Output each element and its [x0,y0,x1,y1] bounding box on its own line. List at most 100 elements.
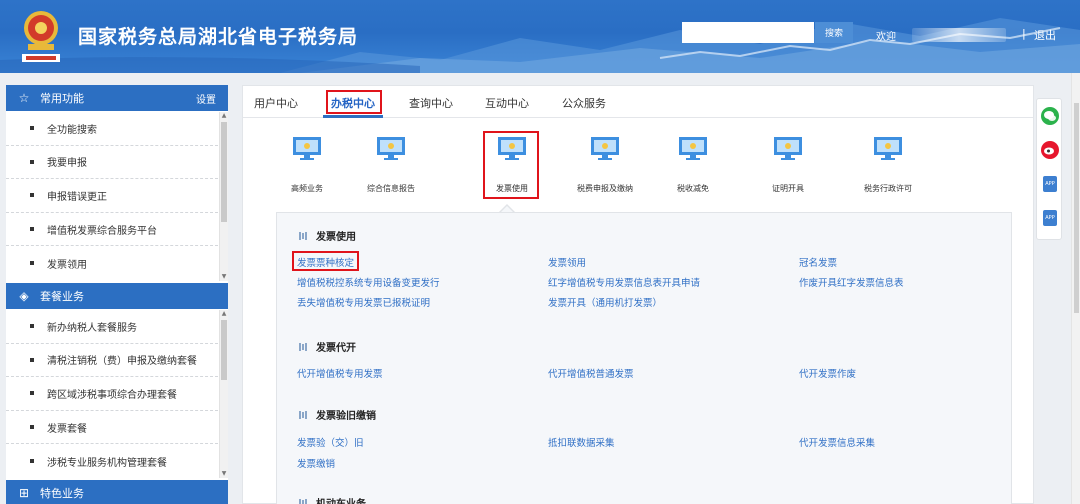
sidebar-item[interactable]: 申报错误更正 [6,179,218,213]
book-icon [299,498,307,504]
link-proxy-invoice-collect[interactable]: 代开发票信息采集 [799,435,875,449]
tile-tax-filing[interactable]: 税费申报及缴纳 [565,136,645,194]
link-general-invoice[interactable]: 发票开具（通用机打发票） [548,295,662,309]
logout-link[interactable]: 退出 [1034,27,1056,43]
scroll-down-icon[interactable]: ▼ [220,273,228,281]
header-separator: | [1022,27,1026,40]
tile-tax-relief[interactable]: 税收减免 [653,136,733,194]
sidebar-item-label: 我要申报 [47,158,87,170]
layers-icon: ◈ [19,289,29,303]
link-proxy-special-invoice[interactable]: 代开增值税专用发票 [297,366,383,380]
link-lost-invoice-proof[interactable]: 丢失增值税专用发票已报税证明 [297,295,430,309]
tile-certificate[interactable]: 证明开具 [748,136,828,194]
window-scrollbar[interactable] [1071,73,1080,504]
sidebar-item-label: 增值税发票综合服务平台 [47,225,157,237]
wechat-icon [1041,107,1059,125]
right-toolbar: APP APP [1036,98,1062,240]
sidebar-item[interactable]: 我要申报 [6,146,218,180]
sidebar-item-label: 清税注销税（费）申报及缴纳套餐 [47,356,197,368]
window-scrollbar-thumb[interactable] [1074,103,1079,313]
sidebar-item[interactable]: 新办纳税人套餐服务 [6,310,218,344]
link-proxy-invoice-void[interactable]: 代开发票作废 [799,366,856,380]
sidebar-item[interactable]: 全功能搜索 [6,112,218,146]
section-title-label: 发票验旧缴销 [316,411,376,422]
link-invoice-verify[interactable]: 发票验（交）旧 [297,435,364,449]
tab-public-service[interactable]: 公众服务 [562,95,606,111]
highlight-box-tile [483,131,539,199]
sidebar-item-label: 新办纳税人套餐服务 [47,322,137,334]
tile-label: 税费申报及缴纳 [577,184,633,193]
sidebar-item[interactable]: 清税注销税（费）申报及缴纳套餐 [6,344,218,378]
top-header: 国家税务总局湖北省电子税务局 搜索 欢迎 | 退出 [0,0,1080,73]
link-device-change[interactable]: 增值税税控系统专用设备变更发行 [297,275,440,289]
section-title: 发票使用 [299,228,356,243]
tax-emblem-logo [22,11,60,62]
sidebar-head-package[interactable]: ◈ 套餐业务 [6,283,228,309]
app-button[interactable]: APP [1041,209,1059,227]
username-redacted [912,28,1006,42]
weibo-icon [1041,141,1059,159]
tile-info-report[interactable]: 综合信息报告 [351,136,431,194]
service-panel: 发票使用 发票票种核定 发票领用 冠名发票 增值税税控系统专用设备变更发行 红字… [276,212,1012,504]
sidebar-item[interactable]: 增值税发票综合服务平台 [6,213,218,247]
sidebar-item[interactable]: 涉税专业服务机构管理套餐 [6,444,218,478]
package-list-scrollbar[interactable]: ▲ ▼ [219,310,228,478]
tab-query-center[interactable]: 查询中心 [409,95,453,111]
common-list-scrollbar[interactable]: ▲ ▼ [219,112,228,281]
scrollbar-thumb[interactable] [221,320,227,380]
sidebar-head-label: 套餐业务 [40,290,84,303]
sidebar-head-label: 特色业务 [40,487,84,500]
monitor-icon [774,137,802,160]
link-invoice-receive[interactable]: 发票领用 [548,255,586,269]
tile-admin-permit[interactable]: 税务行政许可 [848,136,928,194]
grid-icon: ⊞ [18,486,30,500]
monitor-icon [679,137,707,160]
section-title-label: 发票代开 [316,343,356,354]
monitor-icon [377,137,405,160]
welcome-text: 欢迎 [876,32,896,43]
link-deduction-data[interactable]: 抵扣联数据采集 [548,435,615,449]
site-title: 国家税务总局湖北省电子税务局 [78,26,359,48]
book-icon [299,410,307,419]
app-icon: APP [1043,210,1057,226]
tab-user-center[interactable]: 用户中心 [254,95,298,111]
link-proxy-general-invoice[interactable]: 代开增值税普通发票 [548,366,634,380]
sidebar-item-label: 发票套餐 [47,423,87,435]
scroll-up-icon[interactable]: ▲ [220,310,228,318]
sidebar-item[interactable]: 发票领用 [6,246,218,280]
wechat-button[interactable] [1041,107,1059,125]
section-title-label: 机动车业务 [316,495,366,504]
sidebar-settings-link[interactable]: 设置 [196,91,216,106]
bullet-icon [30,193,34,198]
sidebar-item[interactable]: 发票套餐 [6,411,218,445]
monitor-icon [293,137,321,160]
section-title: 机动车业务 [299,495,366,504]
scroll-up-icon[interactable]: ▲ [220,112,228,120]
tile-label: 证明开具 [772,184,804,193]
link-named-invoice[interactable]: 冠名发票 [799,255,837,269]
search-input[interactable] [682,22,814,43]
tab-interaction-center[interactable]: 互动中心 [485,95,529,111]
package-list: 新办纳税人套餐服务 清税注销税（费）申报及缴纳套餐 跨区域涉税事项综合办理套餐 … [6,310,218,478]
bullet-icon [30,391,34,396]
main-content: 用户中心 办税中心 查询中心 互动中心 公众服务 高频业务 综合信息报告 发票使… [242,85,1034,504]
sidebar-item[interactable]: 跨区域涉税事项综合办理套餐 [6,377,218,411]
link-void-red-invoice[interactable]: 作废开具红字发票信息表 [799,275,904,289]
scroll-down-icon[interactable]: ▼ [220,470,228,478]
tile-high-frequency[interactable]: 高频业务 [267,136,347,194]
sidebar-item-label: 发票领用 [47,259,87,271]
tile-label: 综合信息报告 [367,184,415,193]
scrollbar-thumb[interactable] [221,122,227,222]
app-button[interactable]: APP [1041,175,1059,193]
sidebar-item-label: 涉税专业服务机构管理套餐 [47,457,167,469]
bullet-icon [30,227,34,232]
sidebar-head-label: 常用功能 [40,92,84,105]
sidebar-head-common[interactable]: ☆ 常用功能 设置 [6,85,228,111]
link-red-invoice-apply[interactable]: 红字增值税专用发票信息表开具申请 [548,275,700,289]
sidebar-head-special[interactable]: ⊞ 特色业务 [6,480,228,504]
weibo-button[interactable] [1041,141,1059,159]
monitor-icon [874,137,902,160]
link-invoice-cancel[interactable]: 发票缴销 [297,456,335,470]
search-button[interactable]: 搜索 [815,22,853,43]
app-icon: APP [1043,176,1057,192]
